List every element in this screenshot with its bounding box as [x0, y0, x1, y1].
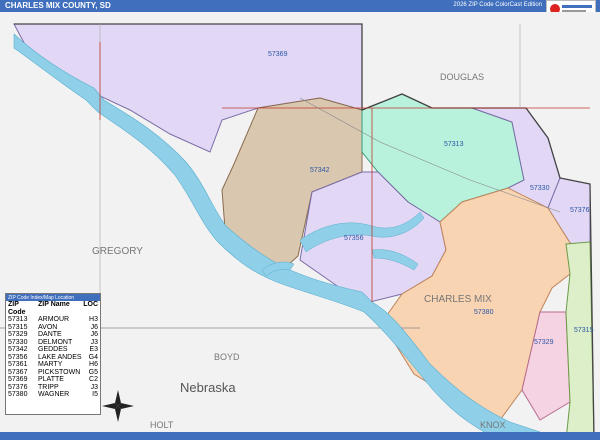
legend-row[interactable]: 57380 WAGNER I5: [6, 391, 100, 399]
legend-row[interactable]: 57315 AVON J6: [6, 324, 100, 332]
legend-loc: G5: [88, 368, 98, 376]
legend-loc: J6: [90, 331, 98, 338]
legend-name: TRIPP: [38, 383, 59, 391]
legend-zip: 57342: [8, 346, 28, 353]
place-label-nebraska: Nebraska: [180, 380, 236, 395]
legend-name: LAKE ANDES: [38, 353, 82, 361]
legend-row[interactable]: 57313 ARMOUR H3: [6, 316, 100, 324]
legend-zip: 57361: [8, 361, 28, 368]
legend-row[interactable]: 57342 GEDDES E3: [6, 346, 100, 354]
legend-zip: 57369: [8, 376, 28, 383]
footer-bar: [0, 432, 600, 440]
zip-label-57315[interactable]: 57315: [574, 327, 594, 334]
legend-zip: 57376: [8, 383, 28, 391]
legend-loc: J3: [90, 383, 98, 391]
map-page: CHARLES MIX COUNTY, SD 2026 ZIP Code Col…: [0, 0, 600, 440]
zip-label-57369[interactable]: 57369: [268, 51, 288, 58]
place-label-gregory: GREGORY: [92, 246, 143, 257]
legend-col-name: ZIP Name: [38, 301, 70, 308]
legend-loc: G4: [88, 353, 98, 361]
place-label-boyd: BOYD: [214, 352, 240, 362]
zip-label-57313[interactable]: 57313: [444, 141, 464, 148]
legend-heading: ZIP Code Index/Map Location: [6, 294, 100, 301]
legend-zip: 57356: [8, 353, 28, 361]
legend-zip: 57329: [8, 331, 28, 338]
legend-col-loc: LOC: [83, 301, 98, 308]
legend-row[interactable]: 57376 TRIPP J3: [6, 384, 100, 392]
legend-name: MARTY: [38, 361, 63, 368]
title-bar: CHARLES MIX COUNTY, SD 2026 ZIP Code Col…: [0, 0, 600, 12]
place-label-charles-mix: CHARLES MIX: [424, 294, 492, 305]
legend-name: PLATTE: [38, 376, 64, 383]
legend-row[interactable]: 57329 DANTE J6: [6, 331, 100, 339]
legend-row[interactable]: 57367 PICKSTOWN G5: [6, 369, 100, 377]
legend-row[interactable]: 57361 MARTY H6: [6, 361, 100, 369]
legend-col-zip: ZIP Code: [8, 301, 26, 316]
place-label-douglas: DOUGLAS: [440, 72, 484, 82]
legend-name: DANTE: [38, 331, 62, 338]
legend-name: WAGNER: [38, 391, 70, 398]
zip-region-57315[interactable]: [565, 241, 595, 440]
legend-loc: C2: [89, 376, 98, 383]
legend-loc: H6: [89, 361, 98, 368]
legend-row[interactable]: 57330 DELMONT J3: [6, 339, 100, 347]
legend-zip: 57380: [8, 391, 28, 398]
legend-name: PICKSTOWN: [38, 368, 81, 376]
legend-rows: 57313 ARMOUR H3 57315 AVON J6 57329 DANTE J6 5733…: [6, 316, 100, 399]
legend-zip: 57313: [8, 316, 28, 323]
legend-name: GEDDES: [38, 346, 68, 353]
map-title: CHARLES MIX COUNTY, SD: [5, 1, 111, 10]
legend-loc: J3: [90, 338, 98, 346]
zip-label-57342[interactable]: 57342: [310, 167, 330, 174]
zip-label-57380[interactable]: 57380: [474, 309, 494, 316]
zip-label-57356[interactable]: 57356: [344, 235, 364, 242]
legend-loc: H3: [89, 316, 98, 323]
legend-name: ARMOUR: [38, 316, 70, 323]
legend-zip: 57330: [8, 338, 28, 346]
edition-label: 2026 ZIP Code ColorCast Edition: [453, 2, 542, 8]
zip-label-57330[interactable]: 57330: [530, 185, 550, 192]
legend-name: DELMONT: [38, 338, 73, 346]
legend-column-headers: ZIP Code ZIP Name LOC: [6, 301, 100, 316]
zip-legend: ZIP Code Index/Map Location ZIP Code ZIP…: [5, 293, 101, 415]
legend-loc: I5: [92, 391, 98, 398]
zip-label-57329[interactable]: 57329: [534, 339, 554, 346]
zip-label-57376[interactable]: 57376: [570, 207, 590, 214]
legend-zip: 57367: [8, 368, 28, 376]
legend-row[interactable]: 57369 PLATTE C2: [6, 376, 100, 384]
place-label-knox: KNOX: [480, 420, 506, 430]
legend-name: AVON: [38, 323, 58, 331]
place-label-holt: HOLT: [150, 420, 174, 430]
legend-loc: J6: [90, 323, 98, 331]
legend-loc: E3: [89, 346, 98, 353]
legend-zip: 57315: [8, 323, 28, 331]
legend-row[interactable]: 57356 LAKE ANDES G4: [6, 354, 100, 362]
